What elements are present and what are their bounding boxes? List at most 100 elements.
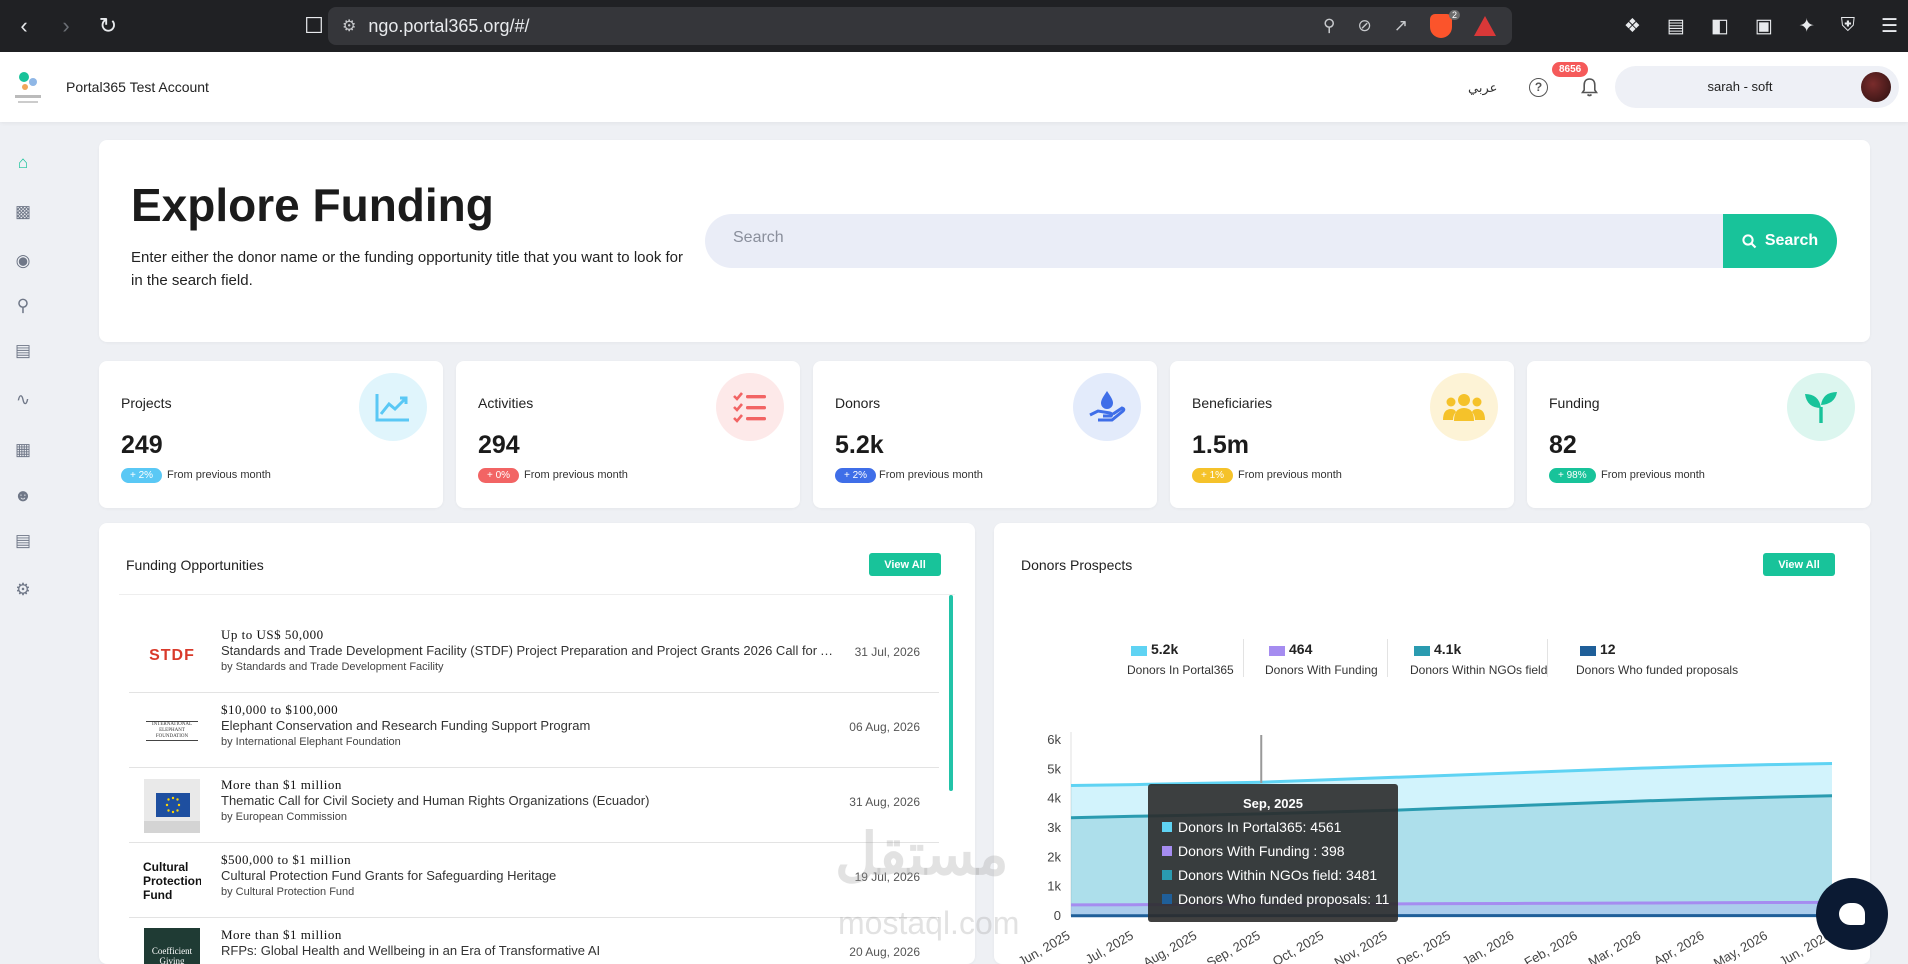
search-input[interactable]	[733, 229, 1553, 247]
change-badge: + 98%	[1549, 468, 1596, 483]
x-tick-label: Aug, 2025	[1140, 928, 1199, 964]
language-switch[interactable]: عربي	[1468, 80, 1497, 96]
donor-logo: INTERNATIONAL ELEPHANT FOUNDATION	[143, 703, 201, 759]
page-title: Explore Funding	[131, 179, 494, 231]
list-item[interactable]: Coefficient Giving More than $1 million …	[129, 918, 939, 964]
user-menu[interactable]: sarah - soft	[1615, 66, 1899, 108]
donors-area-chart[interactable]: 0 1k 2k 3k 4k 5k 6k Jun, 2025 Jul, 2025 Aug, 2025…	[994, 523, 1870, 964]
amount: Up to US$ 50,000	[221, 627, 324, 642]
opportunity-title[interactable]: RFPs: Global Health and Wellbeing in an …	[221, 943, 841, 958]
deadline: 31 Jul, 2026	[854, 645, 920, 659]
x-tick-label: May, 2026	[1711, 928, 1770, 964]
donors-prospects-panel: Donors Prospects View All 5.2k Donors In…	[994, 523, 1870, 964]
y-tick-label: 2k	[1047, 849, 1061, 864]
x-tick-label: Nov, 2025	[1332, 928, 1390, 964]
y-tick-label: 5k	[1047, 761, 1061, 776]
tooltip-swatch	[1162, 846, 1172, 856]
bell-icon[interactable]	[1581, 77, 1598, 97]
site-settings-icon[interactable]: ⚙	[342, 16, 356, 36]
search-icon	[1742, 233, 1757, 248]
key-icon[interactable]: ⚲	[1323, 16, 1335, 36]
amount: More than $1 million	[221, 777, 342, 792]
tooltip-line: Donors Who funded proposals: 11	[1178, 891, 1390, 907]
x-tick-label: Jan, 2026	[1459, 928, 1516, 964]
home-icon[interactable]: ⌂	[12, 152, 34, 174]
chat-button[interactable]	[1816, 878, 1888, 950]
checklist-icon	[716, 373, 784, 441]
browser-toolbar: ‹ › ↻ ☐ ⚙ ngo.portal365.org/#/ ⚲ ⊘ ↗ 2 ❖…	[0, 0, 1908, 52]
tooltip-line: Donors In Portal365: 4561	[1178, 819, 1342, 835]
chat-icon	[1839, 903, 1865, 925]
leo-icon[interactable]: ✦	[1799, 15, 1815, 38]
list-item[interactable]: STDF Up to US$ 50,000 Standards and Trad…	[129, 618, 939, 693]
opportunity-title[interactable]: Cultural Protection Fund Grants for Safe…	[221, 868, 841, 883]
stat-label: Funding	[1549, 395, 1600, 411]
deadline: 31 Aug, 2026	[849, 795, 920, 809]
donor-logo	[143, 778, 201, 834]
stat-label: Projects	[121, 395, 172, 411]
stat-card-donors[interactable]: Donors 5.2k + 2% From previous month	[813, 361, 1157, 508]
x-tick-label: Sep, 2025	[1204, 928, 1263, 964]
brave-shield-icon[interactable]: 2	[1430, 10, 1460, 38]
trend-up-icon	[359, 373, 427, 441]
bookmark-icon[interactable]: ☐	[296, 8, 332, 44]
help-icon[interactable]: ?	[1529, 78, 1548, 97]
document-icon[interactable]: ▤	[12, 340, 34, 362]
donor-name: by Standards and Trade Development Facil…	[221, 661, 444, 673]
back-icon[interactable]: ‹	[6, 8, 42, 44]
chart-icon[interactable]: ∿	[12, 389, 34, 411]
stat-card-activities[interactable]: Activities 294 + 0% From previous month	[456, 361, 800, 508]
app-header: Portal365 Test Account عربي ? 8656 sarah…	[0, 52, 1908, 122]
stat-value: 249	[121, 431, 163, 459]
tooltip-swatch	[1162, 870, 1172, 880]
opportunity-title[interactable]: Elephant Conservation and Research Fundi…	[221, 718, 841, 733]
file-icon[interactable]: ▤	[12, 530, 34, 552]
search-icon[interactable]: ⚲	[12, 295, 34, 317]
opportunity-title[interactable]: Standards and Trade Development Facility…	[221, 643, 841, 658]
gear-icon[interactable]: ⚙	[12, 579, 34, 601]
change-badge: + 2%	[121, 468, 163, 483]
sidebar: ⌂ ▩ ◉ ⚲ ▤ ∿ ▦ ☻ ▤ ⚙	[0, 122, 46, 964]
donor-logo: STDF	[143, 628, 201, 684]
search-button[interactable]: Search	[1723, 214, 1837, 268]
rewards-icon[interactable]	[1474, 16, 1496, 36]
donor-name: by European Commission	[221, 811, 347, 823]
money-icon[interactable]: ◉	[12, 250, 34, 272]
x-tick-label: Oct, 2025	[1270, 928, 1326, 964]
view-all-funding-button[interactable]: View All	[869, 553, 941, 576]
vpn-icon[interactable]: ⛨	[1841, 15, 1855, 37]
scrollbar[interactable]	[949, 595, 953, 791]
stat-card-beneficiaries[interactable]: Beneficiaries 1.5m + 1% From previous mo…	[1170, 361, 1514, 508]
sidebar-toggle-icon[interactable]: ◧	[1711, 15, 1729, 38]
watermark-en: mostaql.com	[838, 905, 1020, 941]
notification-badge: 8656	[1552, 62, 1589, 77]
list-item[interactable]: INTERNATIONAL ELEPHANT FOUNDATION $10,00…	[129, 693, 939, 768]
tooltip-line: Donors With Funding : 398	[1178, 843, 1345, 859]
list-item[interactable]: Cultural Protection Fund $500,000 to $1 …	[129, 843, 939, 918]
user-icon[interactable]: ☻	[12, 485, 34, 507]
sprout-icon	[1787, 373, 1855, 441]
x-tick-label: Jul, 2025	[1083, 928, 1136, 964]
y-tick-label: 6k	[1047, 732, 1061, 747]
briefcase-icon[interactable]: ▩	[12, 201, 34, 223]
stat-card-funding[interactable]: Funding 82 + 98% From previous month	[1527, 361, 1871, 508]
opportunity-title[interactable]: Thematic Call for Civil Society and Huma…	[221, 793, 841, 808]
zoom-icon[interactable]: ⊘	[1358, 16, 1372, 36]
people-icon	[1430, 373, 1498, 441]
stat-value: 294	[478, 431, 520, 459]
extensions-icon[interactable]: ❖	[1624, 15, 1641, 38]
stat-card-projects[interactable]: Projects 249 + 2% From previous month	[99, 361, 443, 508]
forward-icon[interactable]: ›	[48, 8, 84, 44]
change-note: From previous month	[879, 469, 983, 481]
menu-icon[interactable]: ☰	[1881, 15, 1898, 38]
list-item[interactable]: More than $1 million Thematic Call for C…	[129, 768, 939, 843]
share-icon[interactable]: ↗	[1394, 16, 1408, 36]
reader-icon[interactable]: ▤	[1667, 15, 1685, 38]
logo[interactable]	[12, 67, 44, 107]
reload-icon[interactable]: ↻	[90, 8, 126, 44]
invoice-icon[interactable]: ▦	[12, 439, 34, 461]
watermark-ar: مستقل	[835, 822, 1009, 887]
tooltip-swatch	[1162, 894, 1172, 904]
wallet-icon[interactable]: ▣	[1755, 15, 1773, 38]
address-bar[interactable]: ⚙ ngo.portal365.org/#/ ⚲ ⊘ ↗ 2	[328, 7, 1512, 45]
